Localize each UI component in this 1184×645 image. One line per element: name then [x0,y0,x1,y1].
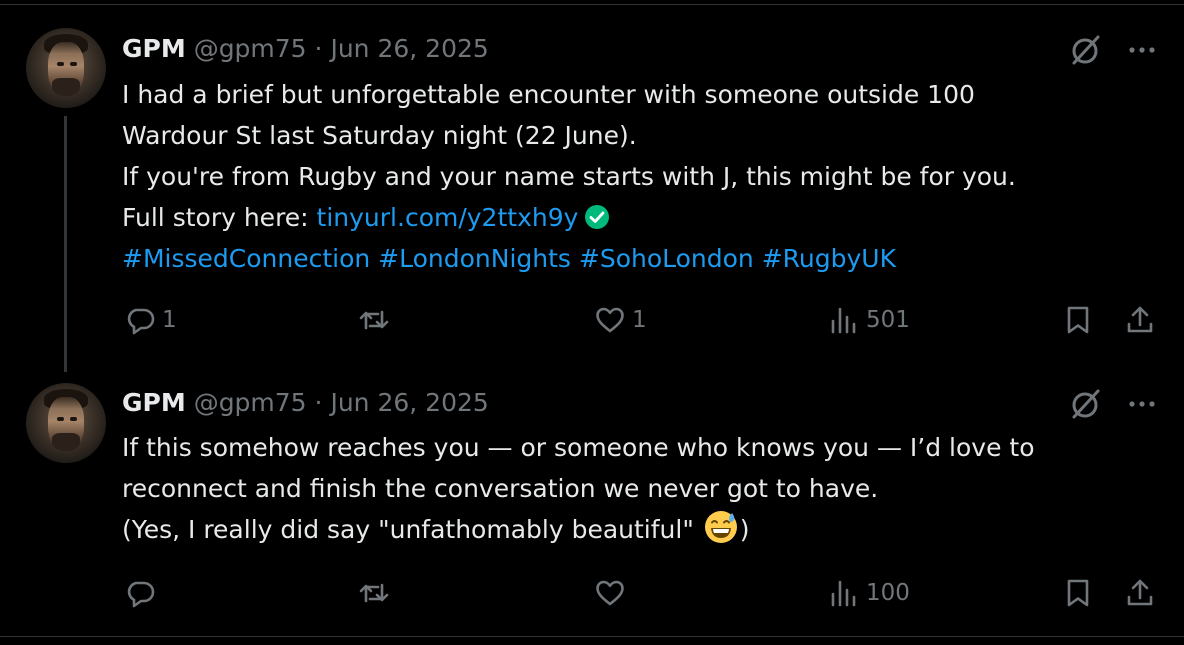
author-handle[interactable]: @gpm75 [194,34,307,63]
tweet-line: I had a brief but unforgettable encounte… [122,80,975,109]
views-button[interactable]: 100 [828,573,910,613]
author-handle[interactable]: @gpm75 [194,388,307,417]
repost-button[interactable] [358,573,396,613]
tweet-link-line: Full story here: tinyurl.com/y2ttxh9y [122,197,1142,238]
share-button[interactable] [1124,300,1156,340]
action-bar: 100 [0,573,1184,613]
reply-button[interactable]: 1 [124,300,177,340]
separator-dot: · [314,34,323,63]
verified-badge-icon [585,205,610,229]
hashtags[interactable]: #MissedConnection #LondonNights #SohoLon… [122,238,1142,279]
views-button[interactable]: 501 [828,300,910,340]
heart-icon [596,580,624,606]
line-text-end: ) [739,515,750,544]
tweet-line: (Yes, I really did say "unfathomably bea… [122,509,1142,550]
tweet-line: If you're from Rugby and your name start… [122,162,1016,191]
bookmark-button[interactable] [1062,300,1094,340]
bookmark-icon [1067,579,1089,607]
author-name[interactable]: GPM [122,34,186,63]
tweet-header: GPM @gpm75 · Jun 26, 2025 [122,34,489,64]
tweet-line: If this somehow reaches you — or someone… [122,433,1035,462]
action-bar: 1 1 501 [0,300,1184,340]
tweet-text: I had a brief but unforgettable encounte… [122,74,1142,279]
tweet-line: Wardour St last Saturday night (22 June)… [122,121,637,150]
like-button[interactable] [594,573,632,613]
repost-icon [359,583,389,603]
grinning-face-with-sweat-icon [704,511,737,543]
bottom-divider [0,636,1184,637]
line-text: (Yes, I really did say "unfathomably bea… [122,515,702,544]
separator-dot: · [314,388,323,417]
tweet[interactable]: GPM @gpm75 · Jun 26, 2025 If this someho… [0,360,1184,636]
repost-icon [359,310,389,330]
share-button[interactable] [1124,573,1156,613]
tweet-date[interactable]: Jun 26, 2025 [330,34,488,63]
repost-button[interactable] [358,300,396,340]
tweet[interactable]: GPM @gpm75 · Jun 26, 2025 I had a brief … [0,0,1184,372]
share-icon [1127,579,1153,606]
more-icon[interactable] [1124,386,1160,422]
grok-icon[interactable] [1068,32,1104,68]
tweet-header: GPM @gpm75 · Jun 26, 2025 [122,388,489,418]
like-count: 1 [632,307,647,333]
reply-count: 1 [162,307,177,333]
tweet-line: reconnect and finish the conversation we… [122,474,879,503]
share-icon [1127,306,1153,333]
avatar[interactable] [26,383,106,463]
reply-button[interactable] [124,573,162,613]
heart-icon [596,307,624,333]
bookmark-button[interactable] [1062,573,1094,613]
views-count: 501 [866,307,910,333]
views-count: 100 [866,580,910,606]
views-icon [831,307,856,334]
like-button[interactable]: 1 [594,300,647,340]
reply-icon [127,308,155,335]
story-link[interactable]: tinyurl.com/y2ttxh9y [317,203,579,232]
tweet-text: If this somehow reaches you — or someone… [122,427,1142,550]
views-icon [831,580,856,607]
tweet-date[interactable]: Jun 26, 2025 [330,388,488,417]
bookmark-icon [1067,306,1089,334]
link-prefix: Full story here: [122,203,317,232]
author-name[interactable]: GPM [122,388,186,417]
avatar[interactable] [26,28,106,108]
grok-icon[interactable] [1068,386,1104,422]
reply-icon [127,581,155,608]
more-icon[interactable] [1124,32,1160,68]
